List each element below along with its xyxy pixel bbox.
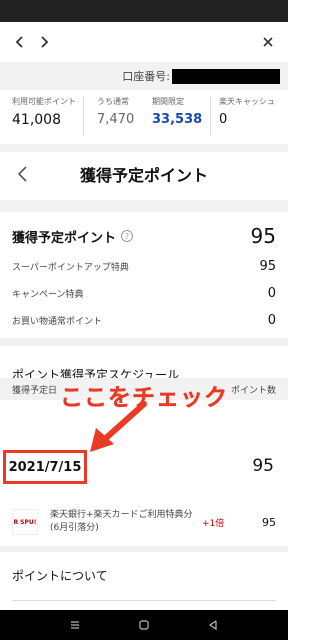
close-button[interactable] (256, 30, 280, 54)
recent-apps-icon[interactable] (68, 618, 82, 632)
help-icon[interactable]: ? (121, 230, 134, 242)
total-points-label: 獲得予定ポイント (12, 230, 117, 246)
about-points-link[interactable]: ポイントについて (12, 567, 108, 584)
total-points-row: 獲得予定ポイント ? 95 (12, 222, 276, 250)
divider (0, 200, 288, 212)
schedule-item-multiplier: +1倍 (202, 518, 225, 529)
chevron-left-icon (15, 36, 23, 48)
page-back-button[interactable] (14, 164, 34, 184)
annotation-arrow-icon (90, 401, 147, 452)
account-number-label: 口座番号: (122, 70, 170, 83)
forward-button[interactable] (32, 30, 56, 54)
total-points-value: 95 (250, 224, 276, 248)
breakdown-row: スーパーポイントアップ特典 95 (12, 258, 276, 274)
breakdown-row: お買い物通常ポイント 0 (12, 312, 276, 328)
account-bar: 口座番号: (0, 62, 288, 90)
back-nav-icon[interactable] (206, 618, 220, 632)
chevron-left-icon (17, 166, 27, 182)
account-number-redacted (172, 68, 280, 84)
chevron-right-icon (41, 36, 49, 48)
breakdown-row: キャンペーン特典 0 (12, 285, 276, 301)
limited-points: 期間限定 33,538 (152, 97, 203, 127)
page-title: 獲得予定ポイント (79, 166, 208, 185)
schedule-item-points: 95 (262, 515, 276, 529)
points-summary: 利用可能ポイント 41,008 うち通常 7,470 期間限定 33,538 楽… (0, 96, 288, 136)
system-nav-bar (0, 610, 288, 640)
status-bar (0, 0, 288, 22)
page-header: 獲得予定ポイント (0, 152, 288, 196)
close-icon (263, 37, 273, 47)
home-icon[interactable] (137, 618, 151, 632)
divider (12, 600, 276, 601)
schedule-item-description: 楽天銀行+楽天カードご利用特典分(6月引落分) (50, 510, 193, 533)
available-points: 利用可能ポイント 41,008 (12, 97, 76, 128)
schedule-date: 2021/7/15 (8, 459, 82, 475)
divider (0, 144, 288, 152)
divider (0, 338, 288, 346)
highlighted-date: 2021/7/15 (3, 450, 87, 484)
divider (0, 546, 288, 552)
back-button[interactable] (8, 30, 32, 54)
rakuten-cash: 楽天キャッシュ 0 (210, 96, 288, 136)
schedule-item: R SPU! 楽天銀行+楽天カードご利用特典分(6月引落分) +1倍 95 (12, 505, 276, 539)
regular-points: うち通常 7,470 (83, 96, 140, 136)
schedule-date-total: 95 (252, 456, 274, 476)
spu-logo: R SPU! (12, 509, 38, 535)
browser-toolbar (0, 22, 288, 62)
